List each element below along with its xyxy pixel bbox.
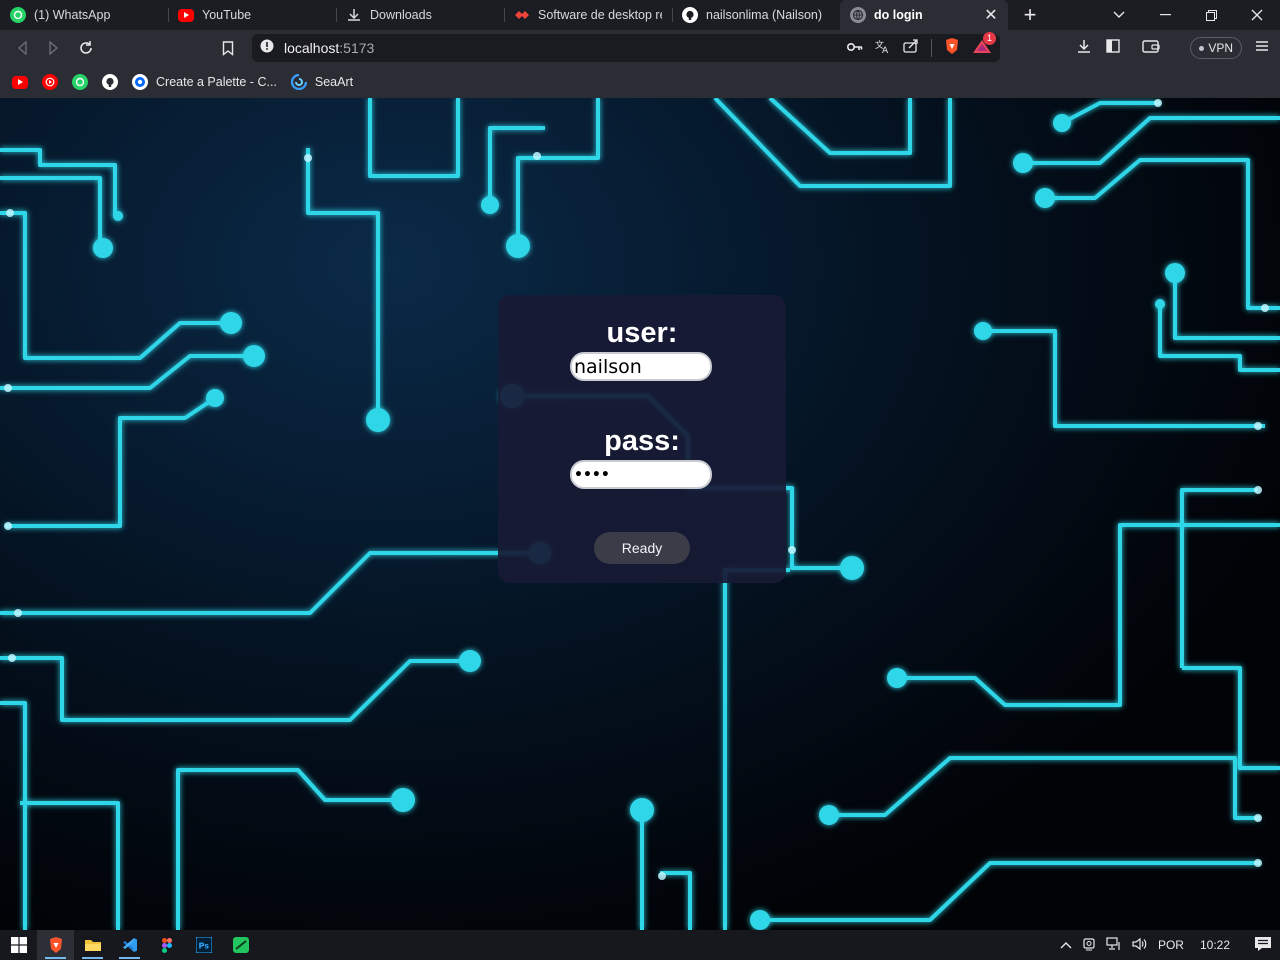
start-icon[interactable] <box>0 930 37 960</box>
svg-text:A: A <box>882 46 889 54</box>
tab-label: Software de desktop rem <box>538 8 662 22</box>
youtube-icon <box>12 75 28 89</box>
bookmark-coolors[interactable]: Create a Palette - C... <box>132 74 277 90</box>
file-explorer-icon[interactable] <box>74 930 111 960</box>
notifications-icon[interactable] <box>1254 936 1272 955</box>
bookmark-label: Create a Palette - C... <box>156 75 277 89</box>
omnibox-divider <box>931 39 932 57</box>
page-content: user: nailson pass: •••• Ready <box>0 98 1280 930</box>
bookmark-github[interactable] <box>102 74 118 90</box>
brave-icon[interactable] <box>37 930 74 960</box>
vpn-button[interactable]: VPN <box>1190 37 1242 59</box>
tab-do-login[interactable]: do login ✕ <box>840 0 1008 30</box>
url-port: :5173 <box>339 40 375 56</box>
figma-icon[interactable] <box>148 930 185 960</box>
bookmark-label: SeaArt <box>314 75 354 89</box>
reload-icon[interactable] <box>70 34 102 62</box>
bookmark-icon[interactable] <box>212 34 244 62</box>
menu-icon[interactable] <box>1256 39 1268 57</box>
brave-shields-icon[interactable] <box>944 37 960 60</box>
browser-toolbar: localhost:5173 文A 1 VPN <box>0 30 1280 66</box>
login-card: user: nailson pass: •••• Ready <box>498 295 786 583</box>
minimize-icon[interactable] <box>1142 0 1188 30</box>
bookmarks-bar: Create a Palette - C... SeaArt <box>0 66 1280 98</box>
address-bar[interactable]: localhost:5173 文A 1 <box>252 31 1000 62</box>
pass-input[interactable]: •••• <box>570 460 712 489</box>
close-tab-icon[interactable]: ✕ <box>984 5 998 25</box>
ready-button[interactable]: Ready <box>594 532 690 564</box>
system-tray: POR 10:22 <box>1060 936 1280 955</box>
user-input[interactable]: nailson <box>570 352 712 381</box>
window-controls <box>1096 0 1280 30</box>
pass-label: pass: <box>604 425 680 457</box>
back-icon[interactable] <box>6 34 38 62</box>
anydesk-icon <box>514 7 530 23</box>
vpn-status-dot <box>1199 45 1205 51</box>
whatsapp-icon <box>10 7 26 23</box>
coolors-icon <box>132 74 148 90</box>
site-info-icon[interactable] <box>260 39 274 58</box>
vscode-icon[interactable] <box>111 930 148 960</box>
github-icon <box>682 7 698 23</box>
downloads-icon[interactable] <box>1076 38 1092 59</box>
close-window-icon[interactable] <box>1234 0 1280 30</box>
brave-rewards-icon[interactable]: 1 <box>972 31 997 59</box>
language-indicator[interactable]: POR <box>1158 938 1184 952</box>
bookmark-seaart[interactable]: SeaArt <box>290 74 354 90</box>
vpn-label: VPN <box>1208 41 1233 55</box>
url-text: localhost:5173 <box>284 40 374 56</box>
svg-text:Ps: Ps <box>198 942 209 951</box>
tab-github[interactable]: nailsonlima (Nailson) <box>672 0 840 30</box>
wallet-icon[interactable] <box>1142 39 1160 58</box>
forward-icon[interactable] <box>38 34 70 62</box>
camera-icon[interactable] <box>1082 937 1096 954</box>
tab-label: nailsonlima (Nailson) <box>706 8 823 22</box>
restore-icon[interactable] <box>1188 0 1234 30</box>
tab-label: (1) WhatsApp <box>34 8 111 22</box>
tab-label: YouTube <box>202 8 252 22</box>
share-icon[interactable] <box>903 38 919 58</box>
url-host: localhost <box>284 40 340 56</box>
whatsapp-icon <box>72 74 88 90</box>
tab-strip: (1) WhatsApp YouTube Downloads Software … <box>0 0 1280 30</box>
translate-icon[interactable]: 文A <box>875 38 891 59</box>
tab-whatsapp[interactable]: (1) WhatsApp <box>0 0 168 30</box>
globe-icon <box>850 7 866 23</box>
tray-chevron-up-icon[interactable] <box>1060 938 1072 952</box>
tab-downloads[interactable]: Downloads <box>336 0 504 30</box>
download-icon <box>346 7 362 23</box>
new-tab-button[interactable]: + <box>1008 0 1052 30</box>
clock[interactable]: 10:22 <box>1200 938 1230 952</box>
volume-icon[interactable] <box>1132 937 1148 954</box>
network-icon[interactable] <box>1106 936 1122 954</box>
tab-youtube[interactable]: YouTube <box>168 0 336 30</box>
key-icon[interactable] <box>846 39 863 57</box>
sidebar-icon[interactable] <box>1106 38 1121 58</box>
tab-anydesk[interactable]: Software de desktop rem <box>504 0 672 30</box>
youtube-icon <box>178 8 194 22</box>
seaart-icon <box>290 74 307 90</box>
youtube-music-icon <box>42 74 58 90</box>
tab-label: do login <box>874 8 923 22</box>
bookmark-youtube[interactable] <box>12 75 28 89</box>
toolbar-right: VPN <box>1076 30 1280 66</box>
rewards-badge: 1 <box>983 31 997 45</box>
tab-list-chevron-icon[interactable] <box>1096 0 1142 30</box>
bookmark-youtube-music[interactable] <box>42 74 58 90</box>
app-green-icon[interactable] <box>222 930 259 960</box>
bookmark-whatsapp[interactable] <box>72 74 88 90</box>
github-icon <box>102 74 118 90</box>
tab-label: Downloads <box>370 8 432 22</box>
photoshop-icon[interactable]: Ps <box>185 930 222 960</box>
taskbar: Ps POR 10:22 <box>0 930 1280 960</box>
user-label: user: <box>606 317 678 349</box>
